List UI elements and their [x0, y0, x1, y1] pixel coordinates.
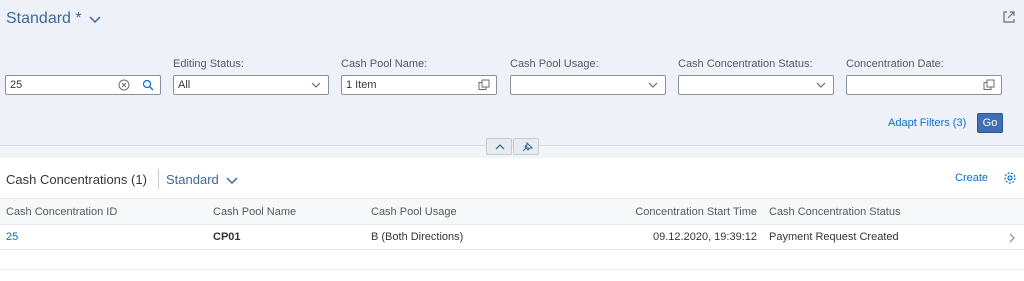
variant-management[interactable]: Standard * [6, 10, 102, 28]
chevron-down-icon [89, 16, 101, 24]
chevron-down-icon [816, 82, 826, 88]
table-variant-management[interactable]: Standard [166, 172, 239, 187]
table-header: Cash Concentration ID Cash Pool Name Cas… [0, 198, 1024, 225]
cash-pool-name-value: 1 Item [346, 79, 377, 91]
table-panel: Cash Concentrations (1) Standard Create … [0, 158, 1024, 281]
column-header-start-time[interactable]: Concentration Start Time [635, 199, 757, 226]
cash-pool-usage-label: Cash Pool Usage: [510, 58, 599, 70]
cell-pool-name: CP01 [213, 231, 241, 243]
column-header-usage[interactable]: Cash Pool Usage [371, 199, 457, 226]
column-header-status[interactable]: Cash Concentration Status [769, 199, 900, 226]
column-header-pool-name[interactable]: Cash Pool Name [213, 199, 296, 226]
filter-cash-pool-usage: Cash Pool Usage: [510, 58, 666, 95]
search-input-value: 25 [10, 79, 23, 91]
editing-status-label: Editing Status: [173, 58, 244, 70]
collapse-header-button[interactable] [486, 138, 512, 155]
cell-usage: B (Both Directions) [371, 231, 464, 243]
gear-icon[interactable] [1003, 171, 1017, 185]
editing-status-value: All [178, 79, 191, 91]
table-row[interactable]: 25 CP01 B (Both Directions) 09.12.2020, … [0, 225, 1024, 250]
editing-status-select[interactable]: All [173, 75, 329, 95]
chevron-up-icon [495, 144, 505, 150]
filter-concentration-date: Concentration Date: [846, 58, 1002, 95]
concentration-date-input[interactable] [846, 75, 1002, 95]
cash-concentration-status-label: Cash Concentration Status: [678, 58, 813, 70]
search-input[interactable]: 25 [5, 75, 161, 95]
filter-editing-status: Editing Status: All [173, 58, 329, 95]
go-button[interactable]: Go [977, 113, 1003, 133]
cell-id[interactable]: 25 [6, 225, 18, 250]
chevron-down-icon [311, 82, 321, 88]
search-icon[interactable] [142, 79, 154, 91]
clear-circle-icon[interactable] [118, 79, 130, 91]
cash-pool-usage-select[interactable] [510, 75, 666, 95]
table-variant-title: Standard [166, 172, 219, 187]
share-icon[interactable] [1002, 10, 1016, 24]
pin-icon [522, 142, 533, 152]
value-help-icon[interactable] [478, 79, 490, 91]
value-help-icon[interactable] [983, 79, 995, 91]
filter-search-label [5, 58, 161, 72]
column-header-id[interactable]: Cash Concentration ID [6, 199, 117, 226]
filter-cash-concentration-status: Cash Concentration Status: [678, 58, 834, 95]
cell-start-time: 09.12.2020, 19:39:12 [653, 231, 757, 243]
cell-status: Payment Request Created [769, 231, 899, 243]
chevron-right-icon[interactable] [1008, 233, 1016, 243]
cash-concentration-status-select[interactable] [678, 75, 834, 95]
variant-title: Standard * [6, 10, 82, 27]
table-title: Cash Concentrations (1) [6, 172, 147, 187]
create-button[interactable]: Create [955, 172, 988, 184]
chevron-down-icon [648, 82, 658, 88]
filter-bar: Standard * 25 Editing Status: All Cash P… [0, 0, 1024, 146]
chevron-down-icon [226, 176, 238, 184]
title-divider [158, 169, 159, 189]
pin-header-button[interactable] [513, 138, 539, 155]
growing-list-placeholder [0, 250, 1024, 270]
cash-pool-name-label: Cash Pool Name: [341, 58, 428, 70]
concentration-date-label: Concentration Date: [846, 58, 944, 70]
filter-cash-pool-name: Cash Pool Name: 1 Item [341, 58, 497, 95]
filter-search: 25 [5, 58, 161, 95]
cash-pool-name-input[interactable]: 1 Item [341, 75, 497, 95]
adapt-filters-link[interactable]: Adapt Filters (3) [888, 117, 966, 129]
